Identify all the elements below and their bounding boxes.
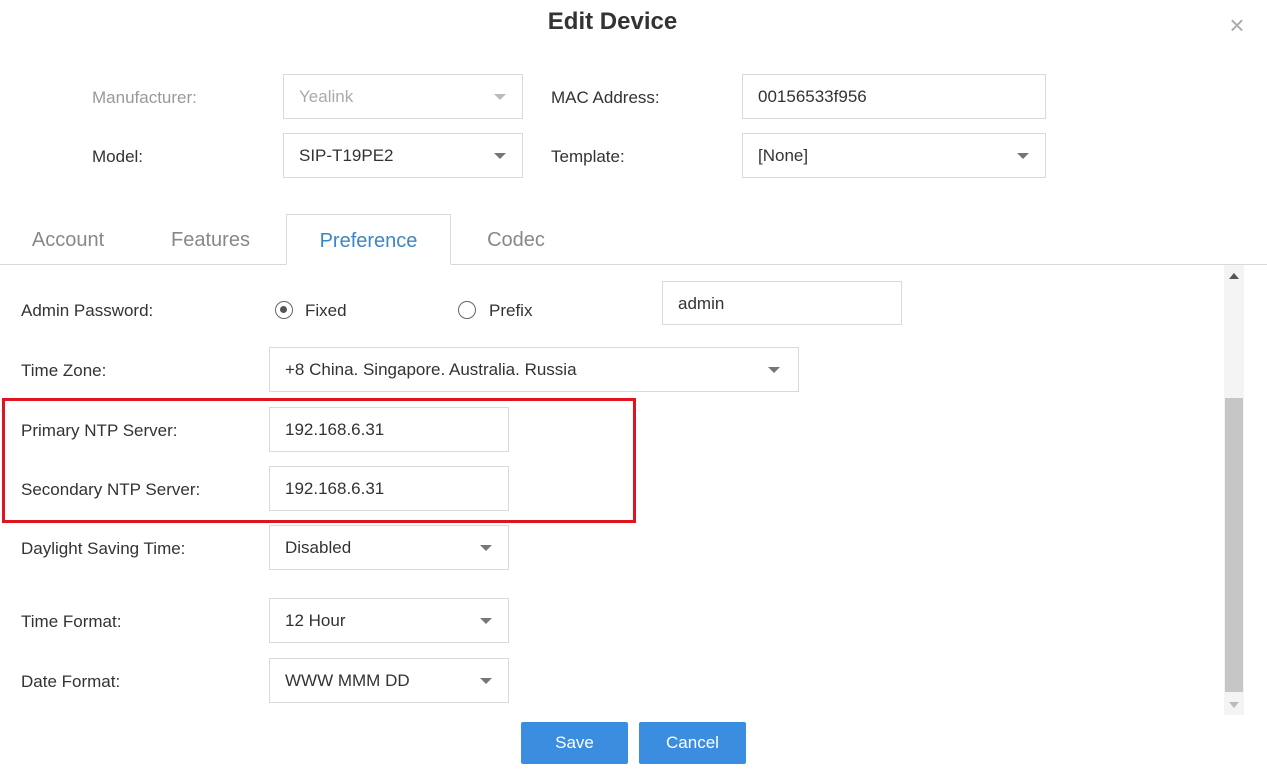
scroll-up-icon[interactable] [1229, 273, 1239, 279]
template-select[interactable]: [None] [742, 133, 1046, 178]
time-zone-select[interactable]: +8 China. Singapore. Australia. Russia [269, 347, 799, 392]
dialog-title: Edit Device [547, 8, 678, 35]
tab-divider [0, 264, 1267, 265]
manufacturer-select: Yealink [283, 74, 523, 119]
dst-value: Disabled [285, 537, 352, 557]
cancel-button[interactable]: Cancel [639, 722, 746, 764]
mac-address-field[interactable]: 00156533f956 [742, 74, 1046, 119]
admin-password-value: admin [678, 294, 725, 313]
mac-address-value: 00156533f956 [758, 86, 867, 106]
ntp-highlight-frame [2, 398, 636, 523]
scrollbar-thumb[interactable] [1225, 398, 1243, 692]
template-label: Template: [551, 147, 625, 166]
radio-selected-dot [280, 306, 287, 313]
date-format-select[interactable]: WWW MMM DD [269, 658, 509, 703]
chevron-down-icon [480, 617, 492, 624]
radio-fixed[interactable] [275, 301, 293, 319]
time-format-select[interactable]: 12 Hour [269, 598, 509, 643]
time-zone-value: +8 China. Singapore. Australia. Russia [285, 359, 577, 379]
date-format-value: WWW MMM DD [285, 670, 410, 690]
manufacturer-value: Yealink [299, 86, 354, 106]
manufacturer-label: Manufacturer: [92, 88, 197, 107]
close-icon[interactable]: × [1224, 12, 1250, 38]
chevron-down-icon [494, 152, 506, 159]
time-format-value: 12 Hour [285, 610, 346, 630]
chevron-down-icon [1017, 152, 1029, 159]
chevron-down-icon [480, 677, 492, 684]
model-select[interactable]: SIP-T19PE2 [283, 133, 523, 178]
radio-prefix[interactable] [458, 301, 476, 319]
chevron-down-icon [480, 544, 492, 551]
model-label: Model: [92, 147, 144, 166]
dst-label: Daylight Saving Time: [21, 539, 186, 558]
chevron-down-icon [494, 93, 506, 100]
model-value: SIP-T19PE2 [299, 145, 394, 165]
tab-features[interactable]: Features [158, 214, 263, 264]
chevron-down-icon [768, 366, 780, 373]
tab-preference[interactable]: Preference [286, 214, 451, 265]
date-format-label: Date Format: [21, 672, 121, 691]
tab-codec[interactable]: Codec [470, 214, 562, 264]
admin-password-label: Admin Password: [21, 301, 154, 320]
radio-fixed-label: Fixed [305, 301, 347, 320]
mac-address-label: MAC Address: [551, 88, 660, 107]
dst-select[interactable]: Disabled [269, 525, 509, 570]
scroll-down-icon[interactable] [1229, 702, 1239, 708]
radio-prefix-label: Prefix [489, 301, 533, 320]
time-format-label: Time Format: [21, 612, 122, 631]
save-button[interactable]: Save [521, 722, 628, 764]
tab-account[interactable]: Account [18, 214, 118, 264]
template-value: [None] [758, 145, 809, 165]
admin-password-field[interactable]: admin [662, 281, 902, 325]
time-zone-label: Time Zone: [21, 361, 107, 380]
